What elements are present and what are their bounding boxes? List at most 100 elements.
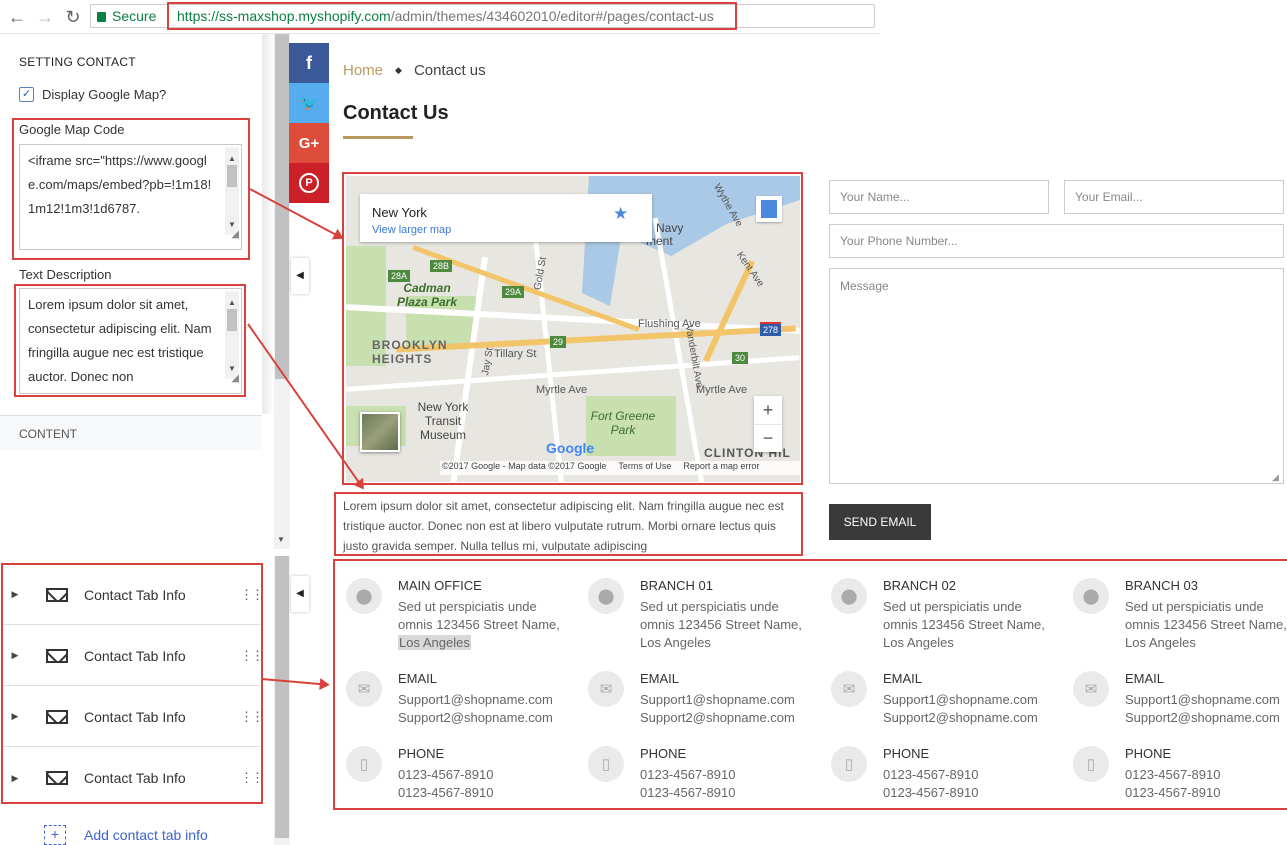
email-address[interactable]: Support2@shopname.com xyxy=(398,710,553,725)
email-address[interactable]: Support1@shopname.com xyxy=(1125,692,1280,707)
envelope-icon xyxy=(46,587,68,602)
office-address-line: Sed ut perspiciatis unde xyxy=(640,599,779,614)
map-terms-link[interactable]: Terms of Use xyxy=(618,461,671,475)
text-desc-label: Text Description xyxy=(19,267,112,282)
office-city: Los Angeles xyxy=(640,635,711,650)
contact-tab-label: Contact Tab Info xyxy=(84,770,186,786)
phone-title: PHONE xyxy=(883,746,930,761)
send-email-button[interactable]: SEND EMAIL xyxy=(829,504,931,540)
resize-handle-icon[interactable]: ◢ xyxy=(1272,472,1279,483)
email-input[interactable]: Your Email... xyxy=(1064,180,1284,214)
arrow-right-icon[interactable]: → xyxy=(34,6,56,28)
sidebar-scrollbar-thumb[interactable] xyxy=(275,556,289,838)
office-title: BRANCH 01 xyxy=(640,578,713,593)
scroll-down-icon[interactable]: ▼ xyxy=(277,535,285,544)
location-pin-icon: ⬤ xyxy=(588,578,624,614)
highway-shield: 29A xyxy=(502,286,525,298)
name-input[interactable]: Your Name... xyxy=(829,180,1049,214)
office-city-highlighted: Los Angeles xyxy=(398,635,471,650)
drag-handle-icon[interactable]: ⋮⋮ xyxy=(240,587,264,603)
star-icon[interactable]: ★ xyxy=(613,204,628,224)
email-address[interactable]: Support2@shopname.com xyxy=(1125,710,1280,725)
email-address[interactable]: Support1@shopname.com xyxy=(883,692,1038,707)
office-address-line: omnis 123456 Street Name, xyxy=(640,617,802,632)
map-label: Tillary St xyxy=(494,348,537,360)
caret-right-icon[interactable]: ▶ xyxy=(4,773,26,784)
highway-shield: 29 xyxy=(550,336,567,348)
view-larger-map-link[interactable]: View larger map xyxy=(372,224,451,236)
email-title: EMAIL xyxy=(640,671,680,686)
resize-handle-icon[interactable]: ◢ xyxy=(231,367,239,391)
satellite-toggle[interactable] xyxy=(360,412,400,452)
phone-title: PHONE xyxy=(640,746,687,761)
url-text[interactable]: https://ss-maxshop.myshopify.com/admin/t… xyxy=(167,2,737,30)
arrow-left-icon[interactable]: ← xyxy=(6,6,28,28)
social-share-bar: f 🐦 G+ P xyxy=(289,43,329,203)
address-bar[interactable]: Secure https://ss-maxshop.myshopify.com/… xyxy=(90,2,875,30)
zoom-out-button[interactable]: − xyxy=(754,424,782,452)
office-address-line: Sed ut perspiciatis unde xyxy=(883,599,1022,614)
browser-toolbar: ← → ↻ Secure https://ss-maxshop.myshopif… xyxy=(0,0,880,34)
email-address[interactable]: Support1@shopname.com xyxy=(640,692,795,707)
textarea-scrollbar[interactable]: ▲ ▼ xyxy=(225,147,239,235)
display-map-checkbox[interactable]: ✓ Display Google Map? xyxy=(19,87,166,102)
caret-right-icon[interactable]: ▶ xyxy=(4,650,26,661)
zoom-in-button[interactable]: + xyxy=(754,396,782,424)
drag-handle-icon[interactable]: ⋮⋮ xyxy=(240,770,264,786)
envelope-icon xyxy=(46,709,68,724)
map-report-link[interactable]: Report a map error xyxy=(683,461,759,475)
contact-tab-item[interactable]: ▶ Contact Tab Info ⋮⋮ xyxy=(4,565,264,625)
lock-icon xyxy=(97,12,106,22)
email-icon: ✉ xyxy=(831,671,867,707)
location-pin-icon: ⬤ xyxy=(831,578,867,614)
phone-icon: ▯ xyxy=(588,746,624,782)
caret-right-icon[interactable]: ▶ xyxy=(4,589,26,600)
phone-number: 0123-4567-8910 xyxy=(398,785,494,800)
display-map-label: Display Google Map? xyxy=(42,87,167,102)
highway-shield: 278 xyxy=(760,322,782,336)
phone-number: 0123-4567-8910 xyxy=(398,767,494,782)
email-address[interactable]: Support2@shopname.com xyxy=(883,710,1038,725)
collapse-sidebar-button[interactable]: ◀ xyxy=(291,258,309,294)
phone-input[interactable]: Your Phone Number... xyxy=(829,224,1284,258)
theme-editor-sidebar: SETTING CONTACT ✓ Display Google Map? Go… xyxy=(0,34,264,845)
zoom-control: + − xyxy=(754,396,782,452)
map-code-textarea[interactable]: <iframe src="https://www.google.com/maps… xyxy=(19,144,242,250)
contact-tab-item[interactable]: ▶ Contact Tab Info ⋮⋮ xyxy=(4,626,264,686)
phone-number: 0123-4567-8910 xyxy=(640,767,736,782)
breadcrumb-current: Contact us xyxy=(413,62,486,79)
drag-handle-icon[interactable]: ⋮⋮ xyxy=(240,648,264,664)
email-address[interactable]: Support2@shopname.com xyxy=(640,710,795,725)
email-icon: ✉ xyxy=(588,671,624,707)
office-address-line: omnis 123456 Street Name, xyxy=(398,617,560,632)
reload-icon[interactable]: ↻ xyxy=(62,6,84,28)
email-address[interactable]: Support1@shopname.com xyxy=(398,692,553,707)
twitter-icon[interactable]: 🐦 xyxy=(289,83,329,123)
add-contact-tab-button[interactable]: + Add contact tab info xyxy=(44,825,208,845)
breadcrumb-separator-icon: ◆ xyxy=(395,65,402,75)
annotation-arrow xyxy=(261,678,328,686)
collapse-sidebar-button[interactable]: ◀ xyxy=(291,576,309,612)
pegman-icon[interactable] xyxy=(756,196,782,222)
map-label: Myrtle Ave xyxy=(536,384,588,396)
drag-handle-icon[interactable]: ⋮⋮ xyxy=(240,709,264,725)
text-desc-textarea[interactable]: Lorem ipsum dolor sit amet, consectetur … xyxy=(19,288,242,394)
map-label: New York Transit Museum xyxy=(417,400,469,442)
office-title: BRANCH 02 xyxy=(883,578,956,593)
text-desc-value: Lorem ipsum dolor sit amet, consectetur … xyxy=(28,297,212,384)
office-title: BRANCH 03 xyxy=(1125,578,1198,593)
google-plus-icon[interactable]: G+ xyxy=(289,123,329,163)
message-textarea[interactable]: Message xyxy=(829,268,1284,484)
contact-tab-label: Contact Tab Info xyxy=(84,708,186,725)
pinterest-icon[interactable]: P xyxy=(289,163,329,203)
resize-handle-icon[interactable]: ◢ xyxy=(231,223,239,247)
breadcrumb-home-link[interactable]: Home xyxy=(343,62,383,79)
google-map[interactable]: Cadman Plaza Park BROOKLYN HEIGHTS New Y… xyxy=(346,176,800,482)
contact-tab-item[interactable]: ▶ Contact Tab Info ⋮⋮ xyxy=(4,687,264,747)
office-address-line: Sed ut perspiciatis unde xyxy=(398,599,537,614)
secure-indicator[interactable]: Secure xyxy=(97,8,156,24)
contact-tab-item[interactable]: ▶ Contact Tab Info ⋮⋮ xyxy=(4,748,264,808)
facebook-icon[interactable]: f xyxy=(289,43,329,83)
textarea-scrollbar[interactable]: ▲ ▼ xyxy=(225,291,239,379)
caret-right-icon[interactable]: ▶ xyxy=(4,711,26,722)
